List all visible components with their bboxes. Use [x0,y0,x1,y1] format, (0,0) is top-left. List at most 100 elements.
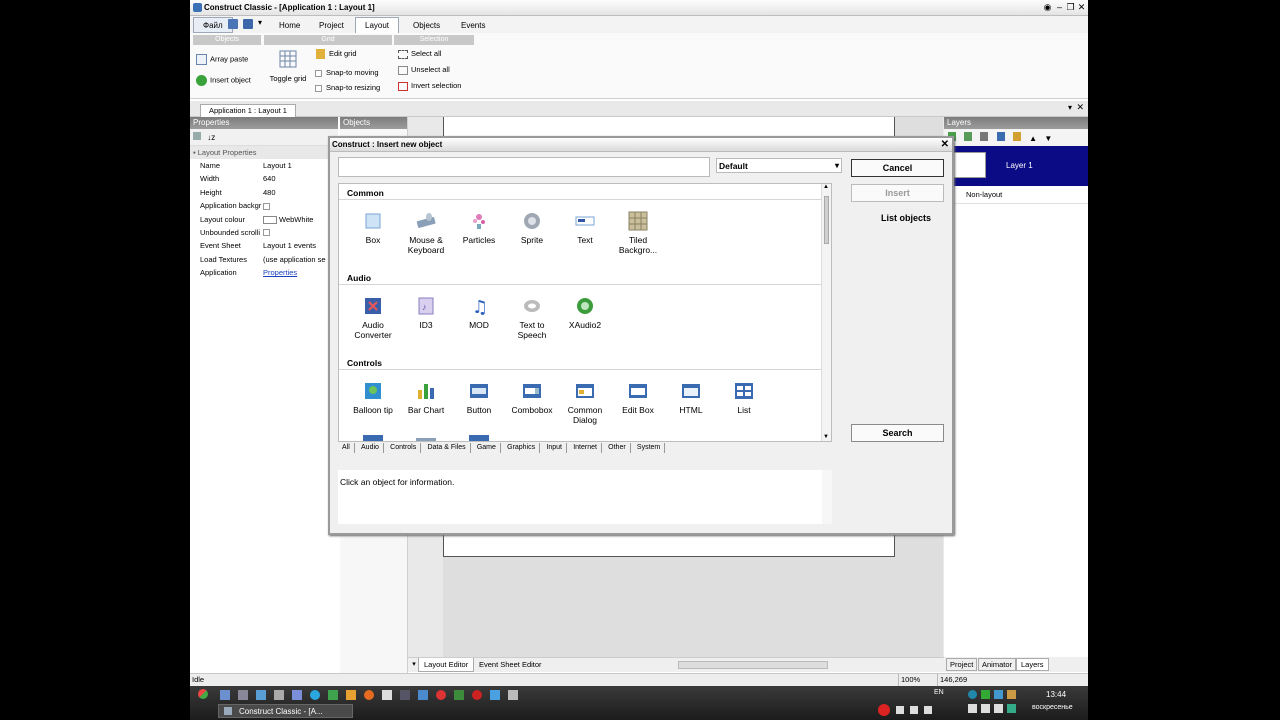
select-all-button[interactable]: Select all [398,49,441,59]
layer-row-layer-1[interactable]: Layer 1 [944,146,1088,186]
object-edit-box[interactable]: Edit Box [612,381,664,415]
object-id3[interactable]: ♪ ID3 [400,296,452,330]
opera-icon[interactable] [436,690,446,700]
tab-home[interactable]: Home [269,17,310,33]
quicklaunch-icon[interactable] [328,690,338,700]
object-sprite[interactable]: Sprite [506,211,558,245]
object-mouse-keyboard[interactable]: Mouse & Keyboard [400,211,452,255]
object-audio-converter[interactable]: Audio Converter [347,296,399,340]
quicklaunch-icon[interactable] [292,690,302,700]
quicklaunch-icon[interactable] [382,690,392,700]
dialog-close-icon[interactable]: ✕ [941,139,949,150]
cancel-button[interactable]: Cancel [851,159,944,177]
speaker-icon[interactable] [981,704,990,713]
quicklaunch-icon[interactable] [346,690,356,700]
category-tab-game[interactable]: Game [473,443,501,453]
tab-events[interactable]: Events [451,17,495,33]
categorized-icon[interactable] [193,132,201,140]
snap-moving-checkbox[interactable]: Snap-to moving [315,68,379,77]
tab-objects[interactable]: Objects [403,17,450,33]
taskbar-app-button[interactable]: Construct Classic - [A... [218,704,353,718]
scroll-down-arrow[interactable]: ▼ [823,434,829,440]
scroll-thumb[interactable] [824,196,829,244]
snap-resizing-checkbox[interactable]: Snap-to resizing [315,83,380,92]
object-list[interactable]: List [718,381,770,415]
object-bar-chart[interactable]: Bar Chart [400,381,452,415]
tray-icon[interactable] [1007,704,1016,713]
tab-layers-panel[interactable]: Layers [1016,658,1049,671]
category-tab-data-files[interactable]: Data & Files [423,443,471,453]
category-tab-audio[interactable]: Audio [357,443,384,453]
object-text-to-speech[interactable]: Text to Speech [506,296,558,340]
file-menu-button[interactable]: Файл [193,17,233,33]
tray-icon[interactable] [968,704,977,713]
horizontal-scrollbar[interactable] [678,661,828,669]
quicklaunch-icon[interactable] [472,690,482,700]
object-xaudio2[interactable]: XAudio2 [559,296,611,330]
quicklaunch-icon[interactable] [238,690,248,700]
minimize-button[interactable]: – [1054,2,1065,13]
invert-selection-button[interactable]: Invert selection [398,81,461,91]
chevron-down-icon[interactable]: ▾ [258,18,262,27]
object-html[interactable]: HTML [665,381,717,415]
restore-button[interactable]: ❐ [1065,2,1076,13]
object-search-input[interactable] [338,157,710,177]
dropdown-arrow-icon[interactable]: ▾ [1068,103,1072,112]
category-tab-input[interactable]: Input [542,443,567,453]
edit-grid-button[interactable]: Edit grid [316,49,357,60]
tray-icon[interactable] [1007,690,1016,699]
layer-row-non-layout[interactable]: Non-layout [944,186,1088,204]
prop-row-application[interactable]: Application Properties [190,266,338,279]
tab-event-sheet-editor[interactable]: Event Sheet Editor [474,658,547,672]
quicklaunch-icon[interactable] [418,690,428,700]
category-tab-other[interactable]: Other [604,443,631,453]
prop-row-app-background[interactable]: Application backgr [190,199,338,212]
quicklaunch-icon[interactable] [508,690,518,700]
tab-project[interactable]: Project [309,17,354,33]
category-tab-controls[interactable]: Controls [386,443,422,453]
unbounded-scrolling-checkbox[interactable] [263,229,270,237]
stop-icon[interactable] [896,706,904,714]
category-tab-internet[interactable]: Internet [569,443,602,453]
delete-layer-icon[interactable] [980,132,989,141]
object-mod[interactable]: ♫ MOD [453,296,505,330]
quicklaunch-icon[interactable] [490,690,500,700]
tab-animator-panel[interactable]: Animator [978,658,1017,671]
quicklaunch-icon[interactable] [220,690,230,700]
prop-row-width[interactable]: Width 640 [190,172,338,185]
object-particles[interactable]: Particles [453,211,505,245]
tab-layout[interactable]: Layout [355,17,400,33]
scroll-up-arrow[interactable]: ▲ [823,184,829,190]
object-balloon-tip[interactable]: Balloon tip [347,381,399,415]
colour-swatch[interactable] [263,215,277,224]
object-tiled-background[interactable]: Tiled Backgro... [612,211,664,255]
visibility-icon[interactable] [996,132,1005,141]
unselect-all-button[interactable]: Unselect all [398,65,450,75]
save-all-icon[interactable] [243,19,253,29]
quicklaunch-icon[interactable] [274,690,284,700]
insert-object-button[interactable]: Insert object [196,75,251,86]
language-indicator[interactable]: EN [934,689,944,696]
category-tab-all[interactable]: All [338,443,355,453]
tab-application-layout[interactable]: Application 1 : Layout 1 [200,104,296,117]
move-up-icon[interactable]: ▲ [1029,134,1037,143]
tray-icon[interactable] [994,690,1003,699]
quicklaunch-icon[interactable] [454,690,464,700]
object-box[interactable]: Box [347,211,399,245]
object-list-scrollbar[interactable]: ▲ ▼ [821,184,831,441]
array-paste-button[interactable]: Array paste [196,54,248,65]
add-sublayer-icon[interactable] [964,132,973,141]
prop-row-height[interactable]: Height 480 [190,186,338,199]
toggle-grid-button[interactable]: Toggle grid [268,49,308,83]
recorder-icon[interactable] [910,706,918,714]
app-background-checkbox[interactable] [263,202,270,210]
sort-az-icon[interactable]: ↓z [207,133,215,142]
skype-icon[interactable] [310,690,320,700]
help-icon[interactable]: ◉ [1042,2,1053,13]
quicklaunch-icon[interactable] [256,690,266,700]
network-icon[interactable] [994,704,1003,713]
prop-row-event-sheet[interactable]: Event Sheet Layout 1 events [190,239,338,252]
category-tab-graphics[interactable]: Graphics [503,443,541,453]
category-tab-system[interactable]: System [633,443,666,453]
close-button[interactable]: ✕ [1076,2,1087,13]
